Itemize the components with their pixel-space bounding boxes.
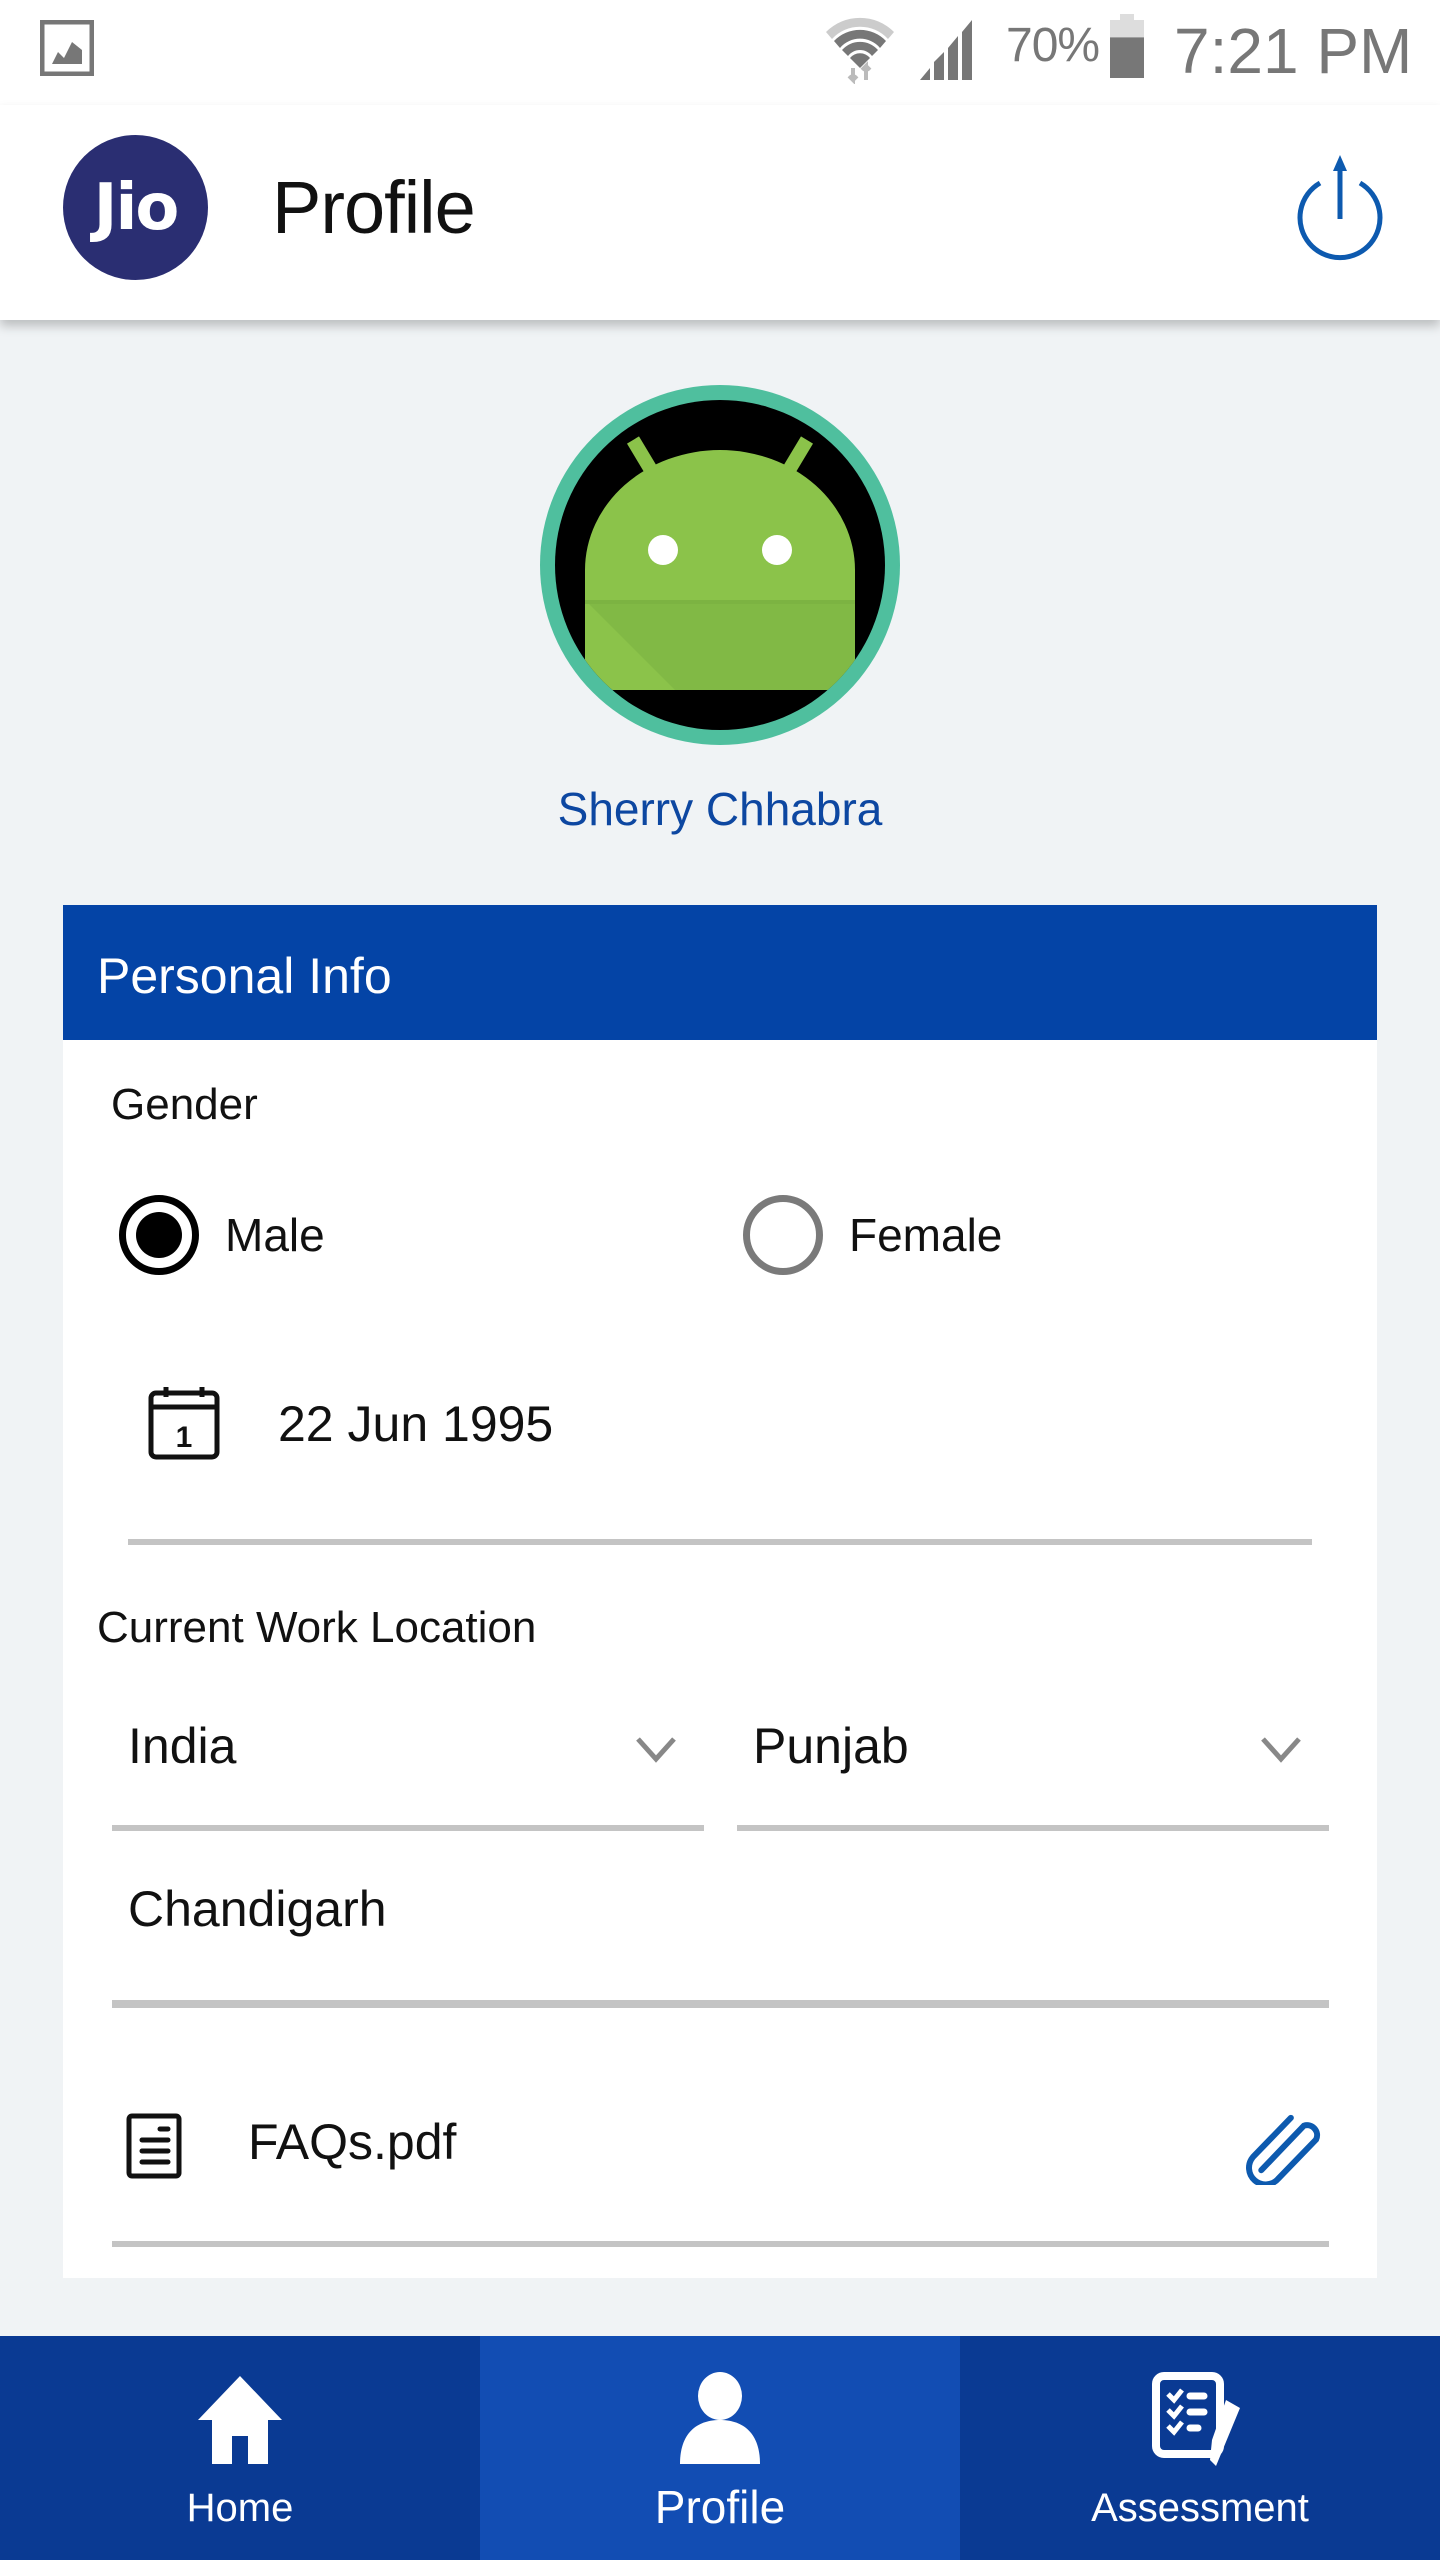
- radio-female-indicator[interactable]: [743, 1195, 823, 1275]
- logo-text: Jio: [93, 170, 180, 245]
- power-icon: [1297, 155, 1383, 261]
- city-underline: [112, 2000, 1329, 2008]
- gallery-icon: [40, 20, 94, 76]
- avatar[interactable]: [540, 385, 900, 745]
- nav-tab-home[interactable]: Home: [0, 2336, 480, 2560]
- jio-logo: Jio: [63, 135, 208, 280]
- dob-underline: [128, 1539, 1312, 1545]
- battery-percentage: 70%: [1006, 19, 1100, 72]
- calendar-icon: 1: [148, 1387, 220, 1460]
- android-icon: [585, 436, 855, 690]
- city-input[interactable]: Chandigarh: [112, 1880, 1329, 1990]
- nav-tab-assessment[interactable]: Assessment: [960, 2336, 1440, 2560]
- status-bar: 70% 7:21 PM: [0, 0, 1440, 105]
- country-underline: [112, 1825, 704, 1831]
- document-icon: [126, 2113, 182, 2179]
- app-bar: Jio Profile: [0, 105, 1440, 320]
- radio-male-label: Male: [225, 1209, 325, 1261]
- wifi-icon: [826, 17, 894, 84]
- attachment-file-name: FAQs.pdf: [248, 2114, 457, 2170]
- person-icon: [680, 2372, 760, 2464]
- attach-file-button[interactable]: [1243, 2105, 1323, 2188]
- paperclip-icon: [1246, 2114, 1321, 2188]
- personal-info-card: Personal Info Gender Male Female 1 22 Ju…: [63, 905, 1377, 2278]
- attachment-underline: [112, 2241, 1329, 2247]
- clock: 7:21 PM: [1174, 15, 1413, 87]
- attachment-row[interactable]: FAQs.pdf: [112, 2105, 1329, 2215]
- personal-info-header: Personal Info: [63, 905, 1377, 1040]
- country-value: India: [128, 1718, 237, 1774]
- state-underline: [737, 1825, 1329, 1831]
- country-dropdown[interactable]: India: [112, 1717, 704, 1827]
- dob-value: 22 Jun 1995: [278, 1396, 554, 1452]
- dob-field[interactable]: 1 22 Jun 1995: [128, 1385, 1375, 1525]
- chevron-down-icon: [636, 1737, 676, 1763]
- svg-text:1: 1: [176, 1421, 193, 1454]
- radio-female-label: Female: [849, 1209, 1003, 1261]
- logout-button[interactable]: [1290, 153, 1390, 263]
- page-title: Profile: [272, 166, 476, 249]
- chevron-down-icon: [1261, 1737, 1301, 1763]
- home-icon: [198, 2376, 282, 2464]
- battery-icon: [1110, 14, 1144, 78]
- bottom-nav: Home Profile Assessment: [0, 2336, 1440, 2560]
- state-dropdown[interactable]: Punjab: [737, 1717, 1329, 1827]
- state-value: Punjab: [753, 1718, 909, 1774]
- profile-name: Sherry Chhabra: [557, 783, 883, 835]
- personal-info-title: Personal Info: [97, 948, 392, 1004]
- radio-male-indicator[interactable]: [119, 1195, 199, 1275]
- nav-label-profile: Profile: [654, 2481, 786, 2533]
- work-location-label: Current Work Location: [97, 1603, 537, 1652]
- nav-label-home: Home: [186, 2486, 294, 2530]
- city-value: Chandigarh: [128, 1881, 387, 1937]
- assessment-icon: [1152, 2372, 1240, 2466]
- nav-tab-profile[interactable]: Profile: [480, 2336, 960, 2560]
- gender-label: Gender: [111, 1080, 258, 1129]
- signal-icon: [920, 20, 972, 80]
- gender-radio-female[interactable]: Female: [743, 1195, 1002, 1275]
- nav-label-assessment: Assessment: [1091, 2486, 1309, 2530]
- gender-radio-male[interactable]: Male: [119, 1195, 325, 1275]
